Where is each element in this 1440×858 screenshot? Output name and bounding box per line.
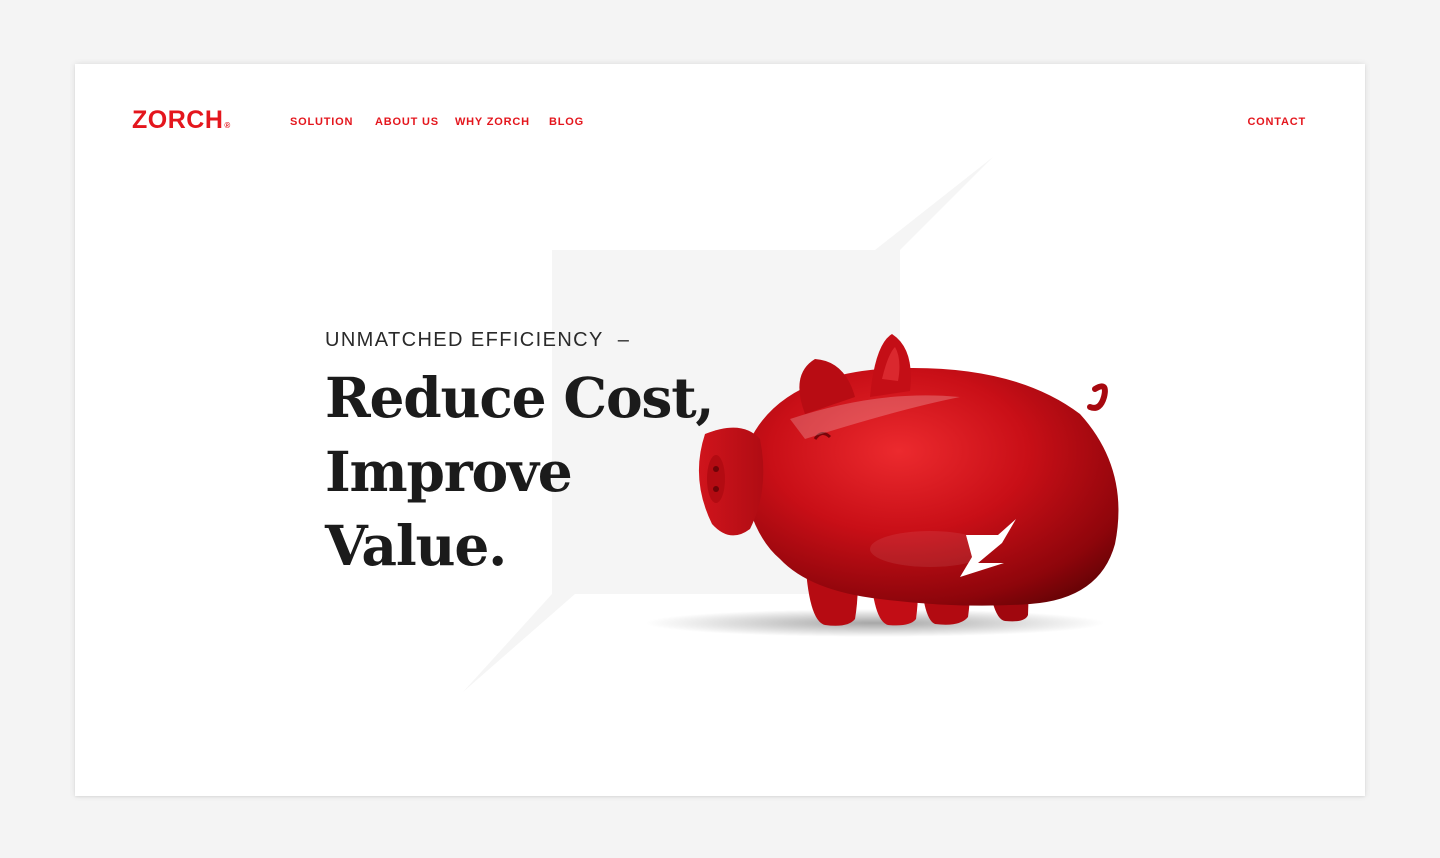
page-frame: ZORCH® SOLUTION ABOUT US WHY ZORCH BLOG … xyxy=(75,64,1365,796)
registered-mark: ® xyxy=(224,121,231,130)
eyebrow-text: UNMATCHED EFFICIENCY xyxy=(325,329,604,351)
zorch-logo[interactable]: ZORCH® xyxy=(132,108,230,133)
nav-item-contact[interactable]: CONTACT xyxy=(1247,116,1306,128)
nav-item-about-us[interactable]: ABOUT US xyxy=(375,116,439,128)
nav-item-blog[interactable]: BLOG xyxy=(549,116,584,128)
logo-text: ZORCH xyxy=(132,106,224,134)
piggy-bank-icon xyxy=(645,334,1119,637)
hero-eyebrow: UNMATCHED EFFICIENCY – xyxy=(325,329,630,352)
eyebrow-dash: – xyxy=(617,329,631,351)
nav-item-why-zorch[interactable]: WHY ZORCH xyxy=(455,116,530,128)
nav-item-solution[interactable]: SOLUTION xyxy=(290,116,353,128)
